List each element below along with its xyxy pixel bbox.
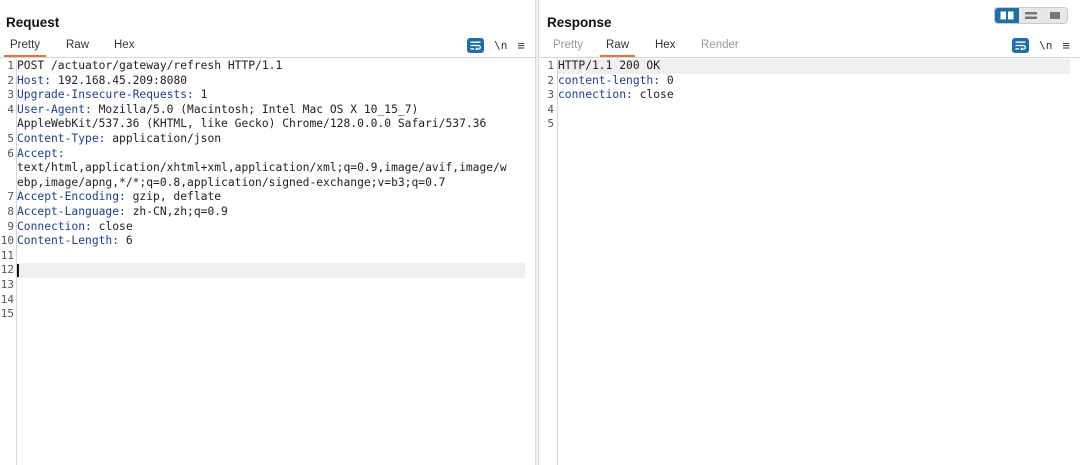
- code-line[interactable]: POST /actuator/gateway/refresh HTTP/1.1: [17, 59, 525, 74]
- line-text: close: [91, 219, 133, 233]
- response-tab-hex[interactable]: Hex: [649, 39, 681, 57]
- line-number: 4: [7, 102, 14, 116]
- line-text: POST /actuator/gateway/refresh HTTP/1.1: [17, 59, 283, 72]
- header-name: Upgrade-Insecure-Requests:: [17, 88, 194, 102]
- line-number: 8: [7, 205, 14, 218]
- layout-toggle: [994, 7, 1068, 24]
- line-number: 9: [7, 219, 14, 233]
- code-line[interactable]: [17, 249, 525, 264]
- line-number: 6: [7, 146, 14, 160]
- line-text: 1: [193, 88, 208, 102]
- line-text: text/html,application/xhtml+xml,applicat…: [17, 161, 507, 175]
- response-pane: Response Pretty Raw Hex Render \n ≡ HTTP…: [539, 0, 1080, 465]
- request-tab-raw[interactable]: Raw: [60, 39, 95, 57]
- line-number: 11: [0, 248, 14, 262]
- line-number: 5: [7, 132, 14, 145]
- line-text: 192.168.45.209:8080: [51, 73, 188, 87]
- response-tab-raw[interactable]: Raw: [600, 39, 636, 57]
- header-name: Content-Length:: [17, 234, 120, 248]
- code-line[interactable]: [17, 278, 525, 293]
- request-tabbar: Pretty Raw Hex \n ≡: [0, 36, 535, 58]
- wrap-lines-icon[interactable]: [1012, 38, 1030, 53]
- line-text: gzip, deflate: [125, 190, 222, 204]
- header-name: Accept-Language:: [17, 204, 126, 218]
- line-text: Mozilla/5.0 (Macintosh; Intel Mac OS X 1…: [91, 102, 419, 116]
- layout-side-by-side-icon[interactable]: [995, 8, 1019, 23]
- request-code[interactable]: POST /actuator/gateway/refresh HTTP/1.1 H…: [17, 59, 525, 322]
- line-text: HTTP/1.1 200 OK: [558, 59, 661, 72]
- menu-icon[interactable]: ≡: [1062, 39, 1070, 52]
- code-line[interactable]: User-Agent: Mozilla/5.0 (Macintosh; Inte…: [17, 103, 525, 118]
- line-text: zh-CN,zh;q=0.9: [125, 204, 228, 218]
- header-name: Host:: [17, 73, 52, 87]
- code-line[interactable]: Accept:: [17, 147, 525, 162]
- request-editor[interactable]: POST /actuator/gateway/refresh HTTP/1.1 H…: [0, 59, 535, 465]
- code-line[interactable]: content-length: 0: [558, 74, 1070, 89]
- line-number: 15: [0, 307, 14, 321]
- layout-single-icon[interactable]: [1043, 8, 1067, 23]
- code-line[interactable]: Content-Type: application/json: [17, 132, 525, 147]
- line-number: 3: [7, 88, 14, 102]
- show-newlines-button[interactable]: \n: [1039, 39, 1052, 52]
- code-line[interactable]: Accept-Language: zh-CN,zh;q=0.9: [17, 205, 525, 220]
- line-text: application/json: [105, 131, 222, 145]
- line-text: close: [632, 88, 674, 102]
- line-number: 14: [0, 292, 14, 306]
- line-number: 3: [547, 88, 554, 102]
- code-line[interactable]: connection: close: [558, 88, 1070, 103]
- line-text: 0: [660, 73, 674, 87]
- header-name: Content-Type:: [17, 131, 106, 145]
- response-tab-render[interactable]: Render: [695, 39, 745, 57]
- line-number: 2: [7, 73, 14, 87]
- wrap-lines-icon[interactable]: [467, 38, 485, 53]
- header-name: Accept:: [17, 146, 65, 160]
- code-line[interactable]: Upgrade-Insecure-Requests: 1: [17, 88, 525, 103]
- line-text: AppleWebKit/537.36 (KHTML, like Gecko) C…: [17, 117, 487, 131]
- request-tools: \n ≡: [467, 38, 525, 53]
- header-name: connection:: [558, 88, 633, 102]
- response-tools: \n ≡: [1012, 38, 1070, 53]
- code-line[interactable]: Accept-Encoding: gzip, deflate: [17, 190, 525, 205]
- code-line[interactable]: AppleWebKit/537.36 (KHTML, like Gecko) C…: [17, 117, 525, 132]
- code-line[interactable]: [17, 263, 525, 278]
- line-number: 4: [547, 102, 554, 116]
- line-number: 12: [0, 263, 14, 277]
- code-line[interactable]: HTTP/1.1 200 OK: [558, 59, 1070, 74]
- header-name: Connection:: [17, 219, 92, 233]
- line-number: 5: [547, 117, 554, 131]
- request-pane: Request Pretty Raw Hex \n ≡ POST /actuat…: [0, 0, 535, 465]
- header-name: Accept-Encoding:: [17, 190, 126, 204]
- request-tab-hex[interactable]: Hex: [108, 39, 140, 57]
- layout-stacked-icon[interactable]: [1019, 8, 1043, 23]
- response-title: Response: [547, 15, 612, 30]
- code-line[interactable]: [558, 117, 1070, 132]
- text-caret: [17, 263, 19, 277]
- code-line[interactable]: Connection: close: [17, 220, 525, 235]
- header-name: content-length:: [558, 73, 661, 87]
- response-editor[interactable]: HTTP/1.1 200 OK content-length: 0 connecti…: [539, 59, 1080, 465]
- code-line[interactable]: [558, 103, 1070, 118]
- line-number: 7: [7, 190, 14, 204]
- code-line[interactable]: Content-Length: 6: [17, 234, 525, 249]
- code-line[interactable]: [17, 307, 525, 322]
- line-number: 1: [7, 59, 14, 72]
- code-line[interactable]: [17, 293, 525, 308]
- line-number: 10: [0, 234, 14, 248]
- line-number: 1: [547, 59, 554, 72]
- response-tab-pretty[interactable]: Pretty: [547, 39, 589, 57]
- menu-icon[interactable]: ≡: [517, 39, 525, 52]
- request-title: Request: [6, 15, 60, 30]
- response-tabbar: Pretty Raw Hex Render \n ≡: [539, 36, 1080, 58]
- request-tab-pretty[interactable]: Pretty: [4, 39, 47, 57]
- line-text: ebp,image/apng,*/*;q=0.8,application/sig…: [17, 175, 446, 189]
- code-line[interactable]: Host: 192.168.45.209:8080: [17, 74, 525, 89]
- line-number: 13: [0, 278, 14, 291]
- response-code[interactable]: HTTP/1.1 200 OK content-length: 0 connecti…: [558, 59, 1070, 132]
- line-text: 6: [119, 234, 133, 248]
- line-number: 2: [547, 73, 554, 87]
- code-line[interactable]: text/html,application/xhtml+xml,applicat…: [17, 161, 525, 176]
- header-name: User-Agent:: [17, 102, 92, 116]
- show-newlines-button[interactable]: \n: [494, 39, 507, 52]
- code-line[interactable]: ebp,image/apng,*/*;q=0.8,application/sig…: [17, 176, 525, 191]
